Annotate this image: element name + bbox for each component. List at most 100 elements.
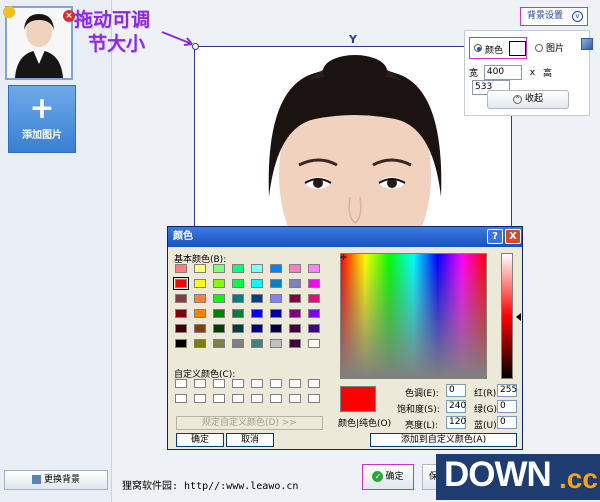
basic-color-swatch[interactable] [251,264,263,273]
basic-color-swatch[interactable] [270,264,282,273]
basic-color-swatch[interactable] [175,324,187,333]
basic-color-swatch[interactable] [308,324,320,333]
basic-color-swatch[interactable] [194,294,206,303]
confirm-button[interactable]: ✓ 确定 [362,464,414,490]
basic-color-swatch[interactable] [251,339,263,348]
luminance-slider[interactable] [501,253,513,379]
basic-color-swatch[interactable] [289,339,301,348]
custom-color-slot[interactable] [289,394,301,403]
red-input[interactable]: 255 [497,384,517,397]
basic-color-swatch[interactable] [289,309,301,318]
custom-color-slot[interactable] [194,394,206,403]
picture-radio[interactable] [535,43,543,52]
basic-color-swatch[interactable] [251,294,263,303]
basic-color-swatch[interactable] [270,294,282,303]
green-input[interactable]: 0 [497,400,517,413]
basic-color-swatch[interactable] [308,294,320,303]
basic-color-swatch[interactable] [213,264,225,273]
dialog-ok-button[interactable]: 确定 [176,433,224,447]
custom-color-slot[interactable] [175,379,187,388]
custom-color-slot[interactable] [213,394,225,403]
basic-color-swatch[interactable] [232,264,244,273]
basic-color-swatch[interactable] [251,279,263,288]
luminance-arrow-icon[interactable] [516,313,521,321]
basic-color-swatch[interactable] [251,309,263,318]
custom-color-slot[interactable] [308,394,320,403]
color-option[interactable]: 颜色 [469,37,527,59]
change-background-button[interactable]: 更换背景 [4,470,108,490]
basic-color-swatch[interactable] [270,324,282,333]
basic-color-swatch[interactable] [270,309,282,318]
close-button[interactable]: X [505,229,521,244]
basic-color-swatch[interactable] [270,339,282,348]
basic-color-swatch[interactable] [289,264,301,273]
help-button[interactable]: ? [487,229,503,244]
basic-color-swatch[interactable] [194,324,206,333]
background-settings-button[interactable]: 背景设置 v [520,7,588,26]
basic-color-swatch[interactable] [175,339,187,348]
basic-color-swatch[interactable] [232,324,244,333]
basic-color-swatch[interactable] [213,279,225,288]
basic-color-swatch[interactable] [232,279,244,288]
blue-input[interactable]: 0 [497,416,517,429]
basic-color-swatch[interactable] [213,294,225,303]
custom-color-slot[interactable] [232,379,244,388]
collapse-icon: ^ [512,95,522,104]
custom-color-slot[interactable] [251,394,263,403]
custom-color-slot[interactable] [270,394,282,403]
basic-color-swatch[interactable] [289,324,301,333]
custom-color-slot[interactable] [175,394,187,403]
saturation-input[interactable]: 240 [446,400,466,413]
basic-color-swatch[interactable] [194,309,206,318]
basic-color-swatch[interactable] [308,339,320,348]
basic-color-swatch[interactable] [194,339,206,348]
basic-color-swatch[interactable] [213,309,225,318]
basic-color-swatch[interactable] [232,309,244,318]
custom-color-slot[interactable] [213,379,225,388]
basic-color-swatch[interactable] [232,339,244,348]
picture-browse-icon[interactable] [581,38,593,50]
custom-color-slot[interactable] [232,394,244,403]
dialog-cancel-button[interactable]: 取消 [226,433,274,447]
basic-color-swatch[interactable] [175,309,187,318]
basic-color-swatch[interactable] [308,264,320,273]
collapse-button[interactable]: ^ 收起 [487,90,569,109]
basic-color-swatch[interactable] [289,294,301,303]
color-spectrum[interactable] [340,253,487,379]
basic-color-swatch[interactable] [213,324,225,333]
custom-color-slot[interactable] [251,379,263,388]
basic-color-swatch[interactable] [308,309,320,318]
blue-label: 蓝(U): [474,421,500,431]
luminance-input[interactable]: 120 [446,416,466,429]
annotation-arrow-icon [161,31,193,46]
basic-color-swatch[interactable] [194,264,206,273]
dimension-separator: x [529,67,536,78]
add-picture-button[interactable]: + 添加图片 [8,85,76,153]
custom-color-slot[interactable] [289,379,301,388]
color-radio[interactable] [474,44,482,52]
custom-color-slot[interactable] [308,379,320,388]
rotate-handle-icon[interactable]: Y [349,33,357,46]
basic-color-swatch[interactable] [308,279,320,288]
basic-color-swatch[interactable] [175,294,187,303]
basic-color-swatch[interactable] [289,279,301,288]
sidebar: × + 添加图片 更换背景 [0,0,112,502]
basic-color-swatch[interactable] [194,279,206,288]
spectrum-crosshair-icon[interactable]: ✛ [340,253,347,262]
basic-color-swatch[interactable] [213,339,225,348]
custom-color-slot[interactable] [270,379,282,388]
define-custom-colors-button[interactable]: 规定自定义颜色(D) >> [176,416,323,430]
basic-color-swatch[interactable] [173,277,189,290]
chevron-down-icon: v [572,11,583,22]
basic-color-swatch[interactable] [270,279,282,288]
custom-color-slot[interactable] [194,379,206,388]
basic-color-swatch[interactable] [232,294,244,303]
picture-option[interactable]: 图片 [535,38,593,54]
width-input[interactable]: 400 [483,65,522,80]
basic-color-swatch[interactable] [251,324,263,333]
basic-color-swatch[interactable] [175,264,187,273]
add-to-custom-colors-button[interactable]: 添加到自定义颜色(A) [370,433,517,447]
hue-input[interactable]: 0 [446,384,466,397]
preview-label: 颜色|纯色(O) [338,419,392,429]
background-color-swatch[interactable] [509,41,526,56]
